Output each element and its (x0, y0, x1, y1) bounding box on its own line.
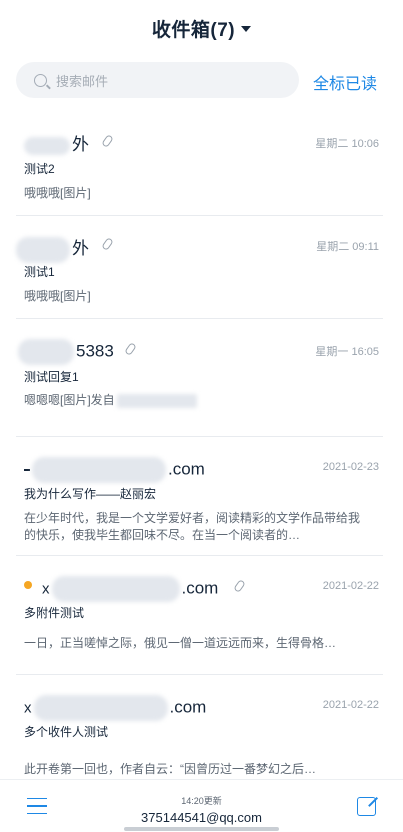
search-icon (34, 73, 47, 87)
caret-down-icon[interactable] (241, 26, 252, 32)
account-email: 375144541@qq.com (141, 810, 262, 825)
sender: 外 (16, 234, 89, 263)
subject: 我为什么写作——赵丽宏 (24, 487, 157, 501)
subject: 测试2 (24, 162, 55, 176)
list-item[interactable]: .com 2021-02-23 我为什么写作——赵丽宏 在少年时代，我是一个文学… (0, 437, 403, 556)
search-input[interactable]: 搜索邮件 (16, 62, 299, 98)
sender: .com (24, 457, 205, 483)
sender: 外 (24, 130, 89, 155)
mark-all-read-button[interactable]: 全标已读 (313, 70, 377, 94)
subject: 测试回复1 (24, 370, 79, 384)
list-item[interactable]: 外 星期二 10:06 测试2 哦哦哦[图片] (0, 110, 403, 216)
sender: x .com (24, 695, 206, 721)
sender: 5383 (18, 339, 114, 365)
sender: x .com (42, 576, 218, 602)
date: 2021-02-23 (322, 461, 379, 473)
preview: 一日，正当嗟悼之际，俄见一僧一道远远而来，生得骨格… (24, 636, 337, 650)
preview: 在少年时代，我是一个文学爱好者，阅读精彩的文学作品带给我的快乐，使我毕生都回味不… (24, 511, 361, 542)
header: 收件箱(7) (0, 0, 403, 56)
date: 星期一 16:05 (315, 346, 379, 358)
preview: 嗯嗯嗯[图片]发自 (24, 392, 369, 409)
list-item[interactable]: x .com 2021-02-22 多个收件人测试 此开卷第一回也，作者自云：“因… (0, 675, 403, 785)
subject: 测试1 (24, 265, 55, 279)
list-item[interactable]: x .com 2021-02-22 多附件测试 一日，正当嗟悼之际，俄见一僧一道远… (0, 556, 403, 675)
home-indicator (124, 827, 279, 831)
unread-dot (24, 581, 32, 589)
search-row: 搜索邮件 全标已读 (0, 62, 403, 100)
bottom-bar: 14:20更新 375144541@qq.com (0, 779, 403, 832)
update-time: 14:20更新 (181, 796, 222, 806)
list-item[interactable]: 外 星期二 09:11 测试1 哦哦哦[图片] (0, 216, 403, 319)
attachment-icon (124, 342, 137, 356)
date: 2021-02-22 (322, 699, 379, 711)
date: 2021-02-22 (322, 580, 379, 592)
preview: 此开卷第一回也，作者自云：“因曾历过一番梦幻之后… (24, 762, 316, 776)
attachment-icon (233, 579, 246, 593)
list-item[interactable]: 5383 星期一 16:05 测试回复1 嗯嗯嗯[图片]发自 (0, 319, 403, 437)
date: 星期二 10:06 (315, 138, 379, 150)
preview: 哦哦哦[图片] (24, 186, 91, 200)
attachment-icon (101, 237, 114, 251)
compose-icon[interactable] (357, 797, 376, 816)
subject: 多附件测试 (24, 606, 85, 620)
search-placeholder: 搜索邮件 (56, 73, 109, 89)
inbox-title[interactable]: 收件箱(7) (152, 15, 235, 42)
subject: 多个收件人测试 (24, 725, 109, 739)
preview: 哦哦哦[图片] (24, 289, 91, 303)
attachment-icon (101, 134, 114, 148)
date: 星期二 09:11 (316, 241, 379, 253)
